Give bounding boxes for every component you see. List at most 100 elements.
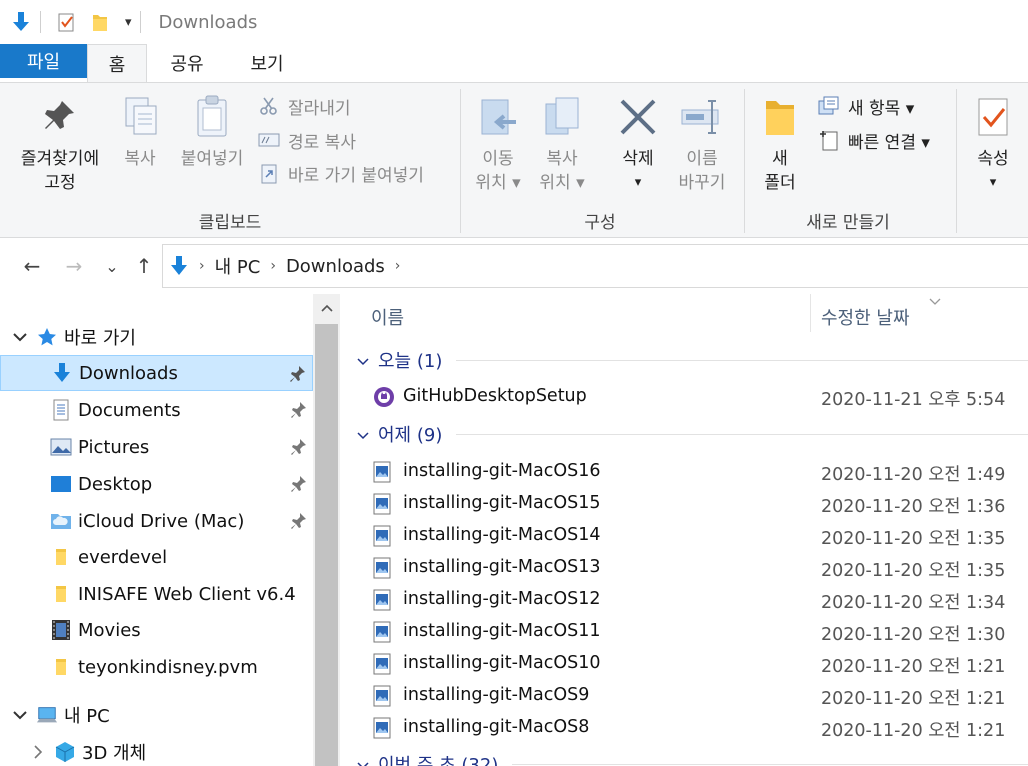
- tab-file[interactable]: 파일: [0, 44, 87, 78]
- sidebar-item-pictures[interactable]: Pictures: [0, 429, 313, 465]
- new-item-button[interactable]: 새 항목 ▾: [818, 93, 914, 119]
- image-file-icon: [373, 461, 395, 483]
- delete-label-1: 삭제: [622, 149, 654, 169]
- new-folder-button[interactable]: 새 폴더: [754, 93, 806, 195]
- group-collapse-chevron-icon[interactable]: [356, 427, 370, 441]
- tab-view[interactable]: 보기: [237, 44, 297, 82]
- pin-label-2: 고정: [44, 173, 76, 193]
- pin-icon[interactable]: [291, 475, 307, 493]
- sidebar-item-everdevel[interactable]: everdevel: [0, 539, 313, 575]
- file-row[interactable]: installing-git-MacOS15 2020-11-20 오전 1:3…: [340, 488, 1028, 520]
- file-row[interactable]: installing-git-MacOS16 2020-11-20 오전 1:4…: [340, 456, 1028, 488]
- file-name: installing-git-MacOS15: [403, 493, 601, 513]
- paste-shortcut-button[interactable]: 바로 가기 붙여넣기: [258, 160, 424, 186]
- customize-toolbar-dropdown[interactable]: ▾: [125, 15, 132, 30]
- copy-icon: [118, 93, 162, 141]
- sidebar-item-teyonkindisney[interactable]: teyonkindisney.pvm: [0, 649, 313, 685]
- file-row[interactable]: GitHubDesktopSetup 2020-11-21 오후 5:54: [340, 381, 1028, 413]
- group-collapse-chevron-icon[interactable]: [356, 353, 370, 367]
- scrollbar-thumb[interactable]: [315, 324, 338, 766]
- file-name: installing-git-MacOS14: [403, 525, 601, 545]
- pin-to-quick-access-button[interactable]: 즐겨찾기에 고정: [12, 93, 108, 195]
- file-name: installing-git-MacOS10: [403, 653, 601, 673]
- cloud-folder-icon: [50, 510, 72, 532]
- tab-share[interactable]: 공유: [157, 44, 217, 82]
- path-icon: [258, 129, 280, 151]
- sidebar-item-this-pc[interactable]: 내 PC: [0, 697, 313, 733]
- sidebar-item-movies[interactable]: Movies: [0, 612, 313, 648]
- properties-label-1: 속성: [977, 149, 1009, 169]
- group-header-earlier-this-week[interactable]: 이번 주 초 (32): [340, 749, 1028, 766]
- properties-button[interactable]: 속성 ▾: [966, 93, 1020, 195]
- paste-button[interactable]: 붙여넣기: [172, 93, 252, 171]
- back-button[interactable]: ←: [18, 252, 46, 280]
- expanded-chevron-icon[interactable]: [12, 707, 28, 723]
- sidebar-item-quick-access[interactable]: 바로 가기: [0, 319, 313, 355]
- paste-icon: [190, 93, 234, 141]
- pin-icon[interactable]: [291, 438, 307, 456]
- delete-button[interactable]: 삭제 ▾: [608, 93, 668, 195]
- file-modified-date: 2020-11-20 오전 1:36: [821, 497, 1006, 517]
- desktop-icon: [50, 473, 72, 495]
- forward-button[interactable]: →: [60, 252, 88, 280]
- easy-access-button[interactable]: 빠른 연결 ▾: [818, 127, 930, 153]
- file-row[interactable]: installing-git-MacOS12 2020-11-20 오전 1:3…: [340, 584, 1028, 616]
- group-header-yesterday[interactable]: 어제 (9): [340, 419, 1028, 449]
- sidebar-item-documents[interactable]: Documents: [0, 392, 313, 428]
- recent-locations-button[interactable]: ⌄: [98, 252, 126, 280]
- copy-path-label: 경로 복사: [288, 132, 356, 153]
- address-bar[interactable]: › 내 PC › Downloads ›: [162, 244, 1028, 288]
- group-header-today[interactable]: 오늘 (1): [340, 345, 1028, 375]
- copy-to-button[interactable]: 복사 위치 ▾: [532, 93, 592, 195]
- pin-icon[interactable]: [291, 512, 307, 530]
- download-location-icon: [169, 255, 189, 277]
- sidebar-item-label: everdevel: [78, 546, 168, 568]
- expanded-chevron-icon[interactable]: [12, 329, 28, 345]
- group-collapse-chevron-icon[interactable]: [356, 757, 370, 766]
- file-row[interactable]: installing-git-MacOS8 2020-11-20 오전 1:21: [340, 712, 1028, 744]
- sidebar-item-icloud-drive[interactable]: iCloud Drive (Mac): [0, 503, 313, 539]
- sidebar-item-label: 내 PC: [64, 706, 110, 727]
- scroll-up-arrow-icon[interactable]: [313, 294, 340, 322]
- sidebar-item-inisafe[interactable]: INISAFE Web Client v6.4: [0, 576, 313, 612]
- file-row[interactable]: installing-git-MacOS14 2020-11-20 오전 1:3…: [340, 520, 1028, 552]
- file-row[interactable]: installing-git-MacOS10 2020-11-20 오전 1:2…: [340, 648, 1028, 680]
- sidebar-item-3d-objects[interactable]: 3D 개체: [0, 734, 313, 766]
- file-row[interactable]: installing-git-MacOS9 2020-11-20 오전 1:21: [340, 680, 1028, 712]
- move-to-label-1: 이동: [482, 149, 514, 169]
- sidebar-scrollbar[interactable]: [313, 294, 340, 766]
- movies-icon: [50, 619, 72, 641]
- breadcrumb-this-pc[interactable]: 내 PC: [215, 253, 261, 279]
- move-to-button[interactable]: 이동 위치 ▾: [468, 93, 528, 195]
- cut-button[interactable]: 잘라내기: [258, 93, 351, 119]
- file-row[interactable]: installing-git-MacOS11 2020-11-20 오전 1:3…: [340, 616, 1028, 648]
- delete-x-icon: [616, 93, 660, 141]
- sidebar-item-downloads[interactable]: Downloads: [0, 355, 313, 391]
- new-folder-quick-icon[interactable]: [91, 11, 113, 33]
- easy-access-label: 빠른 연결 ▾: [848, 132, 930, 153]
- sidebar-item-label: 3D 개체: [82, 743, 147, 764]
- sidebar-item-desktop[interactable]: Desktop: [0, 466, 313, 502]
- paste-shortcut-icon: [258, 162, 280, 184]
- copy-path-button[interactable]: 경로 복사: [258, 127, 356, 153]
- rename-button[interactable]: 이름 바꾸기: [672, 93, 732, 195]
- properties-icon[interactable]: [57, 11, 79, 33]
- copy-to-icon: [540, 93, 584, 141]
- pin-icon[interactable]: [291, 401, 307, 419]
- column-divider[interactable]: [810, 294, 811, 332]
- folder-icon: [50, 656, 72, 678]
- collapsed-chevron-icon[interactable]: [30, 744, 46, 760]
- up-button[interactable]: ↑: [130, 252, 158, 280]
- folder-icon: [50, 546, 72, 568]
- copy-button[interactable]: 복사: [112, 93, 168, 171]
- file-list: 이름 수정한 날짜 오늘 (1) GitHubDesktopSetup 2020…: [340, 294, 1028, 766]
- column-header-date[interactable]: 수정한 날짜: [821, 304, 910, 330]
- file-row[interactable]: installing-git-MacOS13 2020-11-20 오전 1:3…: [340, 552, 1028, 584]
- tab-home[interactable]: 홈: [87, 44, 147, 83]
- folder-icon: [50, 583, 72, 605]
- sort-descending-icon: [929, 294, 941, 305]
- column-header-name[interactable]: 이름: [371, 304, 404, 330]
- image-file-icon: [373, 557, 395, 579]
- pin-icon[interactable]: [290, 365, 306, 383]
- breadcrumb-downloads[interactable]: Downloads: [286, 256, 385, 277]
